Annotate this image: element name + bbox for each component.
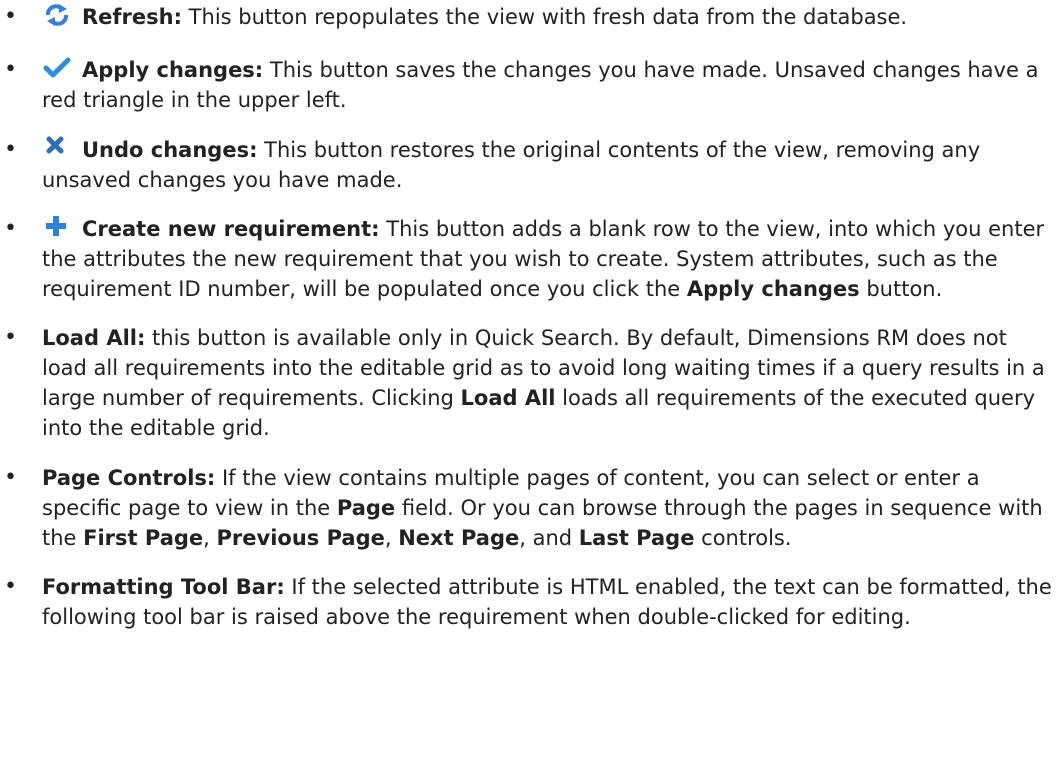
description-create-part2: button. bbox=[859, 277, 943, 301]
previous-page-reference: Previous Page bbox=[216, 526, 385, 550]
term-undo-changes: Undo changes: bbox=[82, 138, 258, 162]
list-item-formatting-tool-bar: • Formatting Tool Bar: If the selected a… bbox=[0, 572, 1058, 632]
separator: , and bbox=[519, 526, 579, 550]
help-document: • Refresh: This button repopulates the v… bbox=[0, 2, 1058, 632]
list-item-undo-changes: • Undo changes: This button restores the… bbox=[0, 135, 1058, 195]
list-item-page-controls: • Page Controls: If the view contains mu… bbox=[0, 463, 1058, 553]
term-formatting-tool-bar: Formatting Tool Bar: bbox=[42, 575, 285, 599]
list-item-load-all: • Load All: this button is available onl… bbox=[0, 323, 1058, 443]
bullet: • bbox=[4, 465, 17, 490]
checkmark-icon bbox=[42, 56, 72, 80]
refresh-icon bbox=[42, 3, 72, 27]
separator: , bbox=[203, 526, 217, 550]
plus-icon bbox=[42, 215, 72, 239]
term-apply-changes: Apply changes: bbox=[82, 58, 264, 82]
last-page-reference: Last Page bbox=[578, 526, 695, 550]
list-item-create-new-requirement: • Create new requirement: This button ad… bbox=[0, 214, 1058, 304]
bullet: • bbox=[4, 325, 17, 350]
term-create-new-requirement: Create new requirement: bbox=[82, 217, 380, 241]
first-page-reference: First Page bbox=[83, 526, 204, 550]
next-page-reference: Next Page bbox=[398, 526, 520, 550]
x-icon bbox=[42, 136, 72, 160]
description-page-part3: controls. bbox=[694, 526, 792, 550]
term-page-controls: Page Controls: bbox=[42, 466, 216, 490]
bullet: • bbox=[4, 574, 17, 599]
bullet: • bbox=[4, 137, 17, 162]
list-item-refresh: • Refresh: This button repopulates the v… bbox=[0, 2, 1058, 32]
description-refresh: This button repopulates the view with fr… bbox=[182, 5, 908, 29]
page-field-reference: Page bbox=[336, 496, 396, 520]
bullet: • bbox=[4, 57, 17, 82]
term-load-all: Load All: bbox=[42, 326, 146, 350]
separator: , bbox=[384, 526, 399, 550]
bullet: • bbox=[4, 4, 17, 29]
apply-changes-reference: Apply changes bbox=[686, 277, 860, 301]
load-all-reference: Load All bbox=[460, 386, 556, 410]
term-refresh: Refresh: bbox=[82, 5, 182, 29]
bullet: • bbox=[4, 216, 17, 241]
list-item-apply-changes: • Apply changes: This button saves the c… bbox=[0, 55, 1058, 115]
toolbar-help-list: • Refresh: This button repopulates the v… bbox=[0, 2, 1058, 632]
